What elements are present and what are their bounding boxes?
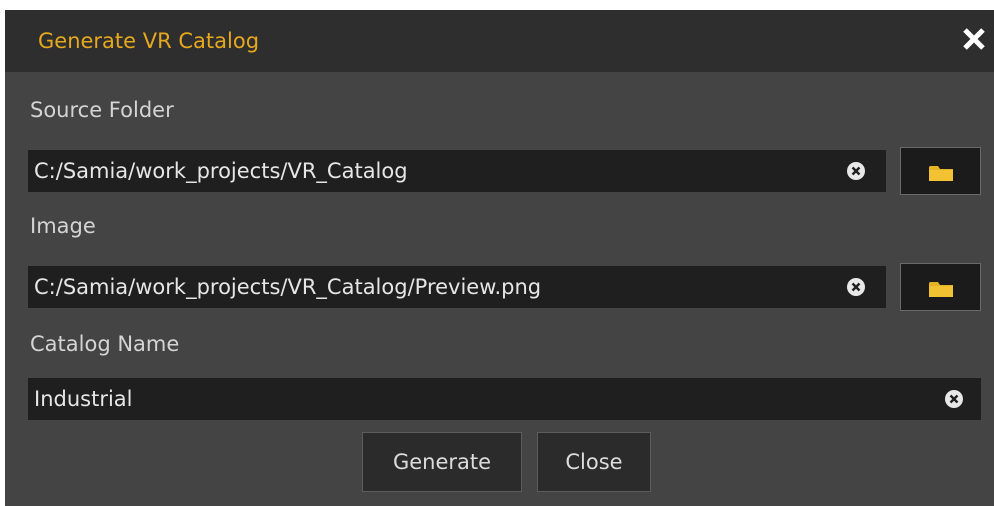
browse-source-folder-button[interactable] xyxy=(900,147,981,195)
close-button[interactable]: Close xyxy=(537,432,651,492)
generate-vr-catalog-dialog: Generate VR Catalog Source Folder C:/Sam… xyxy=(5,10,994,506)
image-input[interactable]: C:/Samia/work_projects/VR_Catalog/Previe… xyxy=(28,266,886,308)
folder-icon xyxy=(929,281,953,301)
dialog-title: Generate VR Catalog xyxy=(38,29,260,53)
catalog-name-label: Catalog Name xyxy=(30,332,180,356)
source-folder-input[interactable]: C:/Samia/work_projects/VR_Catalog xyxy=(28,150,886,192)
image-value: C:/Samia/work_projects/VR_Catalog/Previe… xyxy=(34,275,542,299)
catalog-name-value: Industrial xyxy=(34,387,133,411)
clear-icon[interactable] xyxy=(846,277,866,297)
close-icon[interactable] xyxy=(958,23,990,55)
clear-icon[interactable] xyxy=(846,161,866,181)
folder-icon xyxy=(929,165,953,185)
generate-button[interactable]: Generate xyxy=(362,432,522,492)
catalog-name-input[interactable]: Industrial xyxy=(28,378,981,420)
clear-icon[interactable] xyxy=(944,389,964,409)
source-folder-label: Source Folder xyxy=(30,98,174,122)
source-folder-value: C:/Samia/work_projects/VR_Catalog xyxy=(34,159,408,183)
browse-image-button[interactable] xyxy=(900,263,981,311)
dialog-titlebar[interactable]: Generate VR Catalog xyxy=(5,10,994,72)
image-label: Image xyxy=(30,214,96,238)
